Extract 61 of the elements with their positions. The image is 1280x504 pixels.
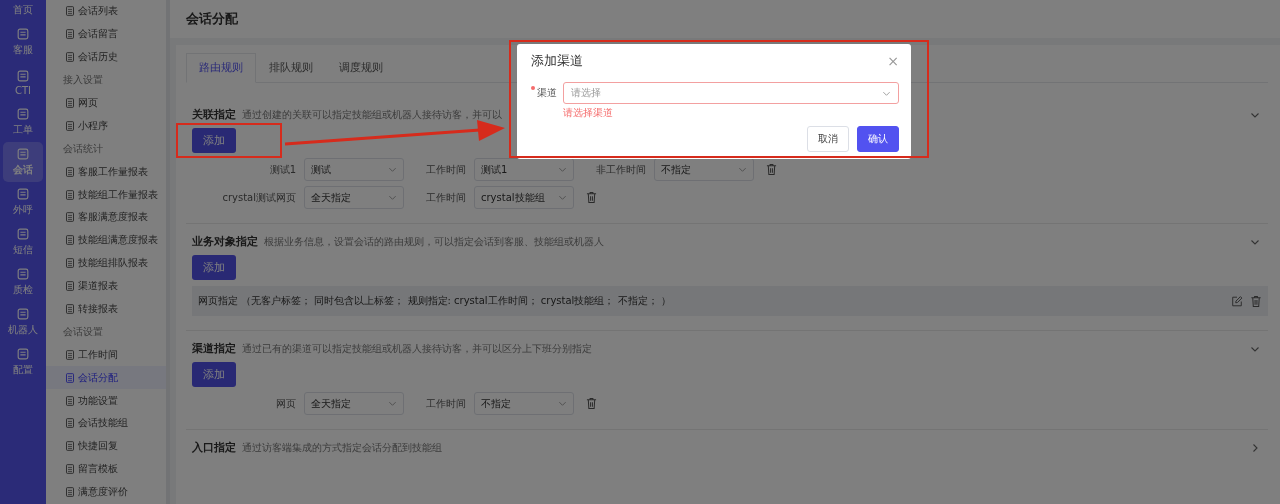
field-label: 非工作时间 [596,162,646,177]
field-label: 渠道 [531,82,557,100]
select-field[interactable]: crystal技能组 [474,186,574,209]
field-label: 工作时间 [426,190,466,205]
rule-entry-text: 网页指定 （无客户标签； 同时包含以上标签； 规则指定: crystal工作时间； crystal技能组； 不指定； ） [198,294,672,308]
confirm-button[interactable]: 确认 [857,126,899,152]
close-button[interactable]: × [887,53,899,69]
tab[interactable]: 路由规则 [186,53,256,83]
sub-menu-item[interactable]: 快捷回复 [46,434,166,458]
field-label: 工作时间 [426,162,466,177]
error-message: 请选择渠道 [563,106,614,120]
tab[interactable]: 排队规则 [256,53,326,83]
menu-group-label: 会话统计 [62,141,104,156]
select-field[interactable]: 测试 [304,158,404,181]
channel-select-field[interactable]: 请选择 [563,82,899,104]
nav-item[interactable]: 工单 [3,102,43,142]
sub-menu-item[interactable]: 满意度评价 [46,480,166,504]
sub-menu-item[interactable]: 渠道报表 [46,274,166,298]
dialog-title: 添加渠道 [531,52,583,70]
nav-item[interactable]: 质检 [3,262,43,302]
add-button[interactable]: 添加 [192,128,236,153]
nav-item[interactable]: 短信 [3,222,43,262]
nav-item[interactable]: CTI [3,62,43,102]
section-title: 渠道指定 [192,341,236,356]
field-label: 工作时间 [426,396,466,411]
nav-item[interactable]: 外呼 [3,182,43,222]
sub-menu-item[interactable]: 工作时间 [46,343,166,367]
sub-menu-item[interactable]: 客服工作量报表 [46,160,166,184]
sub-menu-item[interactable]: 会话历史 [46,45,166,69]
field-label: crystal测试网页 [221,190,296,205]
add-button[interactable]: 添加 [192,362,236,387]
nav-item[interactable]: 首页 [3,0,43,22]
select-field[interactable]: 全天指定 [304,186,404,209]
nav-item[interactable]: 客服 [3,22,43,62]
section-title: 入口指定 [192,440,236,455]
tab[interactable]: 调度规则 [326,53,396,83]
add-button[interactable]: 添加 [192,255,236,280]
sub-menu-item[interactable]: 留言模板 [46,457,166,481]
sub-menu-item[interactable]: 功能设置 [46,389,166,413]
page-title: 会话分配 [186,10,238,28]
nav-item[interactable]: 机器人 [3,302,43,342]
cancel-button[interactable]: 取消 [807,126,849,152]
field-label: 网页 [275,396,296,411]
section-title: 关联指定 [192,107,236,122]
field-label: 测试1 [268,162,296,177]
sub-menu-item[interactable]: 会话列表 [46,0,166,23]
sub-menu-item[interactable]: 小程序 [46,114,166,138]
sub-menu-item[interactable]: 会话技能组 [46,412,166,435]
select-field[interactable]: 不指定 [474,392,574,415]
sub-menu-item[interactable]: 会话留言 [46,22,166,46]
nav-item[interactable]: 配置 [3,342,43,382]
nav-item[interactable]: 会话 [3,142,43,182]
sub-menu-item[interactable]: 会话分配 [46,366,166,390]
section-title: 业务对象指定 [192,234,258,249]
select-field[interactable]: 全天指定 [304,392,404,415]
sub-menu-item[interactable]: 技能组工作量报表 [46,183,166,206]
sub-menu-item[interactable]: 技能组排队报表 [46,251,166,275]
sub-menu-item[interactable]: 转接报表 [46,297,166,321]
sub-menu-item[interactable]: 客服满意度报表 [46,206,166,229]
sub-menu-item[interactable]: 技能组满意度报表 [46,228,166,252]
sub-menu-item[interactable]: 网页 [46,91,166,115]
